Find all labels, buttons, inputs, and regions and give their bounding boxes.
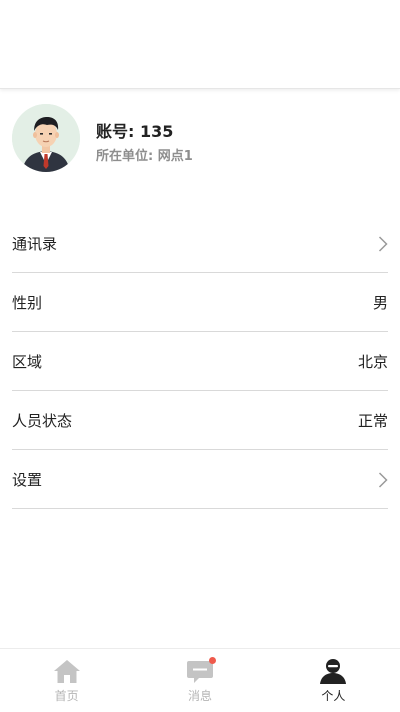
bottom-tab-bar: 首页 消息 个人 [0, 648, 400, 712]
unit-name: 所在单位: 网点1 [96, 149, 193, 164]
tab-profile[interactable]: 个人 [267, 649, 400, 712]
menu-item-label: 性别 [12, 294, 43, 312]
tab-messages[interactable]: 消息 [133, 649, 266, 712]
menu-item-value: 北京 [357, 353, 388, 371]
menu-item-gender[interactable]: 性别 男 [12, 274, 388, 332]
menu-item-contacts[interactable]: 通讯录 [12, 215, 388, 273]
avatar[interactable] [12, 104, 80, 172]
tab-label: 首页 [54, 689, 79, 703]
profile-section: 账号: 135 所在单位: 网点1 [0, 90, 400, 190]
tab-label: 消息 [187, 689, 212, 703]
account-number: 账号: 135 [96, 122, 174, 141]
chevron-right-icon [376, 235, 388, 252]
menu-item-value: 男 [372, 294, 388, 312]
message-icon [185, 657, 216, 685]
menu-item-label: 通讯录 [12, 235, 58, 253]
menu-item-settings[interactable]: 设置 [12, 451, 388, 509]
tab-home[interactable]: 首页 [0, 649, 133, 712]
menu-item-region[interactable]: 区域 北京 [12, 333, 388, 391]
menu-item-status[interactable]: 人员状态 正常 [12, 392, 388, 450]
tab-label: 个人 [321, 689, 346, 703]
top-header-bar [0, 0, 400, 89]
notification-badge [208, 657, 216, 664]
menu-item-value: 正常 [357, 412, 388, 430]
chevron-right-icon [376, 471, 388, 488]
settings-menu: 通讯录 性别 男 区域 北京 人员状态 正常 设置 [12, 215, 388, 510]
person-icon [318, 657, 348, 685]
home-icon [52, 657, 82, 685]
menu-item-label: 设置 [12, 471, 43, 489]
menu-item-label: 人员状态 [12, 412, 73, 430]
menu-item-label: 区域 [12, 353, 43, 371]
